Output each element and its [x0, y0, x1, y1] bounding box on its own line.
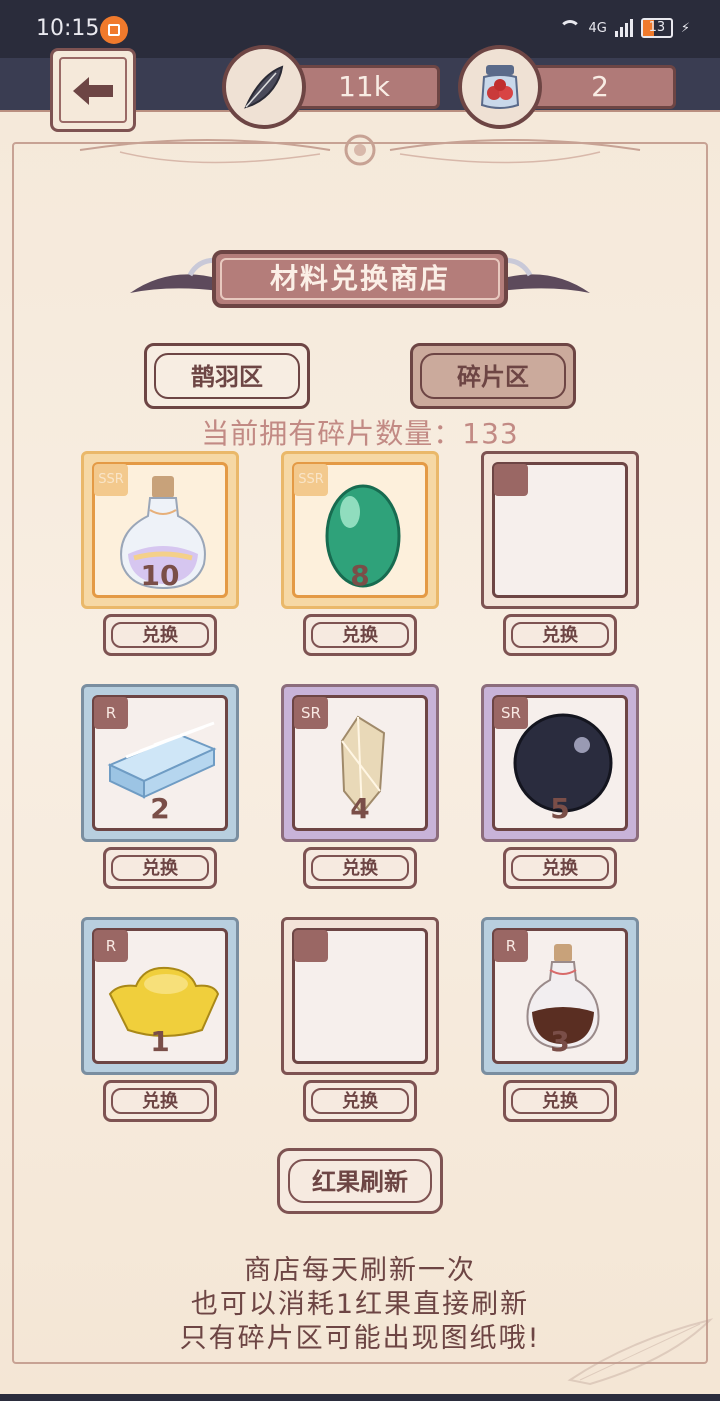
rarity-badge: SSR — [294, 464, 328, 496]
exchange-button[interactable]: 兑换 — [103, 847, 217, 889]
berry-currency: 2 — [458, 45, 678, 129]
battery-level: 13 — [648, 20, 666, 35]
exchange-button-label: 兑换 — [111, 855, 209, 881]
feather-decoration-icon — [567, 1318, 714, 1386]
fragment-count: 当前拥有碎片数量：133 — [0, 412, 720, 452]
item-quantity: 1 — [150, 1025, 170, 1058]
berry-jar-icon — [458, 45, 542, 129]
tab-fragment-zone-label: 碎片区 — [420, 353, 566, 399]
wifi-icon — [558, 20, 581, 36]
fragment-count-value: 133 — [462, 417, 519, 450]
exchange-button-label: 兑换 — [311, 1088, 409, 1114]
exchange-button[interactable]: 兑换 — [303, 614, 417, 656]
item-quantity: 3 — [550, 1025, 570, 1058]
berry-amount: 2 — [524, 65, 676, 109]
berry-refresh-label: 红果刷新 — [288, 1159, 432, 1203]
exchange-button[interactable]: 兑换 — [503, 614, 617, 656]
rarity-badge: R — [494, 930, 528, 962]
item-quantity: 4 — [350, 792, 370, 825]
feather-icon — [222, 45, 306, 129]
exchange-button-label: 兑换 — [111, 1088, 209, 1114]
item-quantity: 5 — [550, 792, 570, 825]
berry-refresh-button[interactable]: 红果刷新 — [277, 1148, 443, 1214]
exchange-button-label: 兑换 — [511, 855, 609, 881]
shop-item-card-empty[interactable] — [481, 451, 639, 609]
rarity-badge — [494, 464, 528, 496]
exchange-button[interactable]: 兑换 — [503, 1080, 617, 1122]
back-arrow-icon — [73, 77, 113, 105]
shop-item-card[interactable]: R 2 — [81, 684, 239, 842]
shop-title-banner: 材料兑换商店 — [130, 245, 590, 320]
ornament-divider — [79, 134, 641, 166]
battery-icon: 13 — [640, 18, 673, 38]
item-quantity: 10 — [140, 559, 180, 592]
exchange-button[interactable]: 兑换 — [103, 1080, 217, 1122]
notification-app-icon — [100, 16, 128, 44]
exchange-button[interactable]: 兑换 — [503, 847, 617, 889]
exchange-button[interactable]: 兑换 — [303, 1080, 417, 1122]
signal-icon — [614, 19, 633, 37]
network-type: 4G — [588, 20, 607, 36]
rarity-badge: R — [94, 930, 128, 962]
exchange-button-label: 兑换 — [311, 855, 409, 881]
shop-item-card[interactable]: R 3 — [481, 917, 639, 1075]
tab-fragment-zone[interactable]: 碎片区 — [410, 343, 576, 409]
shop-item-card[interactable]: SSR 10 — [81, 451, 239, 609]
shop-item-card[interactable]: SR 5 — [481, 684, 639, 842]
exchange-button[interactable]: 兑换 — [303, 847, 417, 889]
rarity-badge: R — [94, 697, 128, 729]
exchange-button-label: 兑换 — [311, 622, 409, 648]
shop-item-card-empty[interactable] — [281, 917, 439, 1075]
shop-item-card[interactable]: R 1 — [81, 917, 239, 1075]
exchange-button-label: 兑换 — [511, 622, 609, 648]
shop-item-card[interactable]: SSR 8 — [281, 451, 439, 609]
item-quantity: 8 — [350, 559, 370, 592]
note-line: 商店每天刷新一次 — [244, 1255, 476, 1286]
exchange-button-label: 兑换 — [111, 622, 209, 648]
feather-currency: 11k — [222, 45, 442, 129]
tab-feather-zone-label: 鹊羽区 — [154, 353, 300, 399]
rarity-badge: SSR — [94, 464, 128, 496]
status-indicators: 4G 13 ⚡ — [558, 18, 690, 38]
fragment-count-label: 当前拥有碎片数量： — [201, 417, 463, 450]
item-quantity: 2 — [150, 792, 170, 825]
rarity-badge: SR — [294, 697, 328, 729]
status-time: 10:15 — [36, 16, 100, 41]
feather-amount: 11k — [288, 65, 440, 109]
exchange-button[interactable]: 兑换 — [103, 614, 217, 656]
exchange-button-label: 兑换 — [511, 1088, 609, 1114]
rarity-badge — [294, 930, 328, 962]
charging-icon: ⚡ — [680, 20, 690, 36]
shop-title: 材料兑换商店 — [269, 262, 450, 295]
tab-feather-zone[interactable]: 鹊羽区 — [144, 343, 310, 409]
shop-item-card[interactable]: SR 4 — [281, 684, 439, 842]
rarity-badge: SR — [494, 697, 528, 729]
